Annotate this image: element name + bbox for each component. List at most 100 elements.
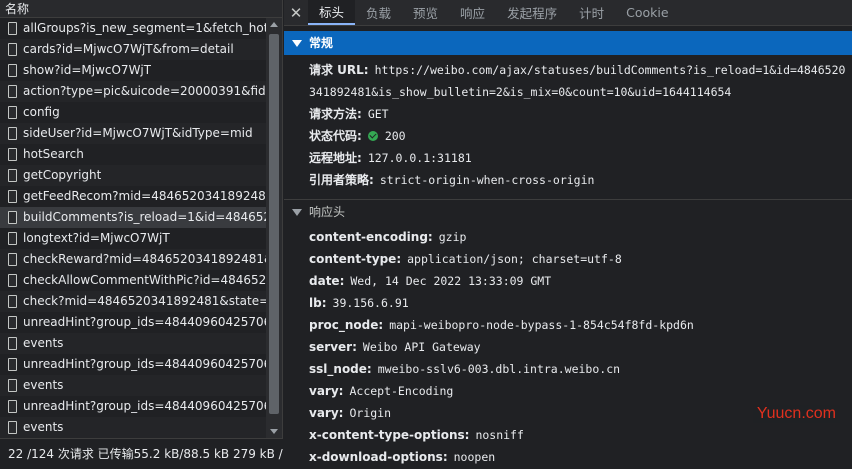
scroll-thumb[interactable] xyxy=(269,34,279,414)
request-name: action?type=pic&uicode=20000391&fid=232 xyxy=(23,84,266,98)
name-column-header[interactable]: 名称 xyxy=(0,0,282,18)
response-header-row: content-type: application/json; charset=u… xyxy=(284,248,852,270)
request-url-row-continued: 341892481&is_show_bulletin=2&is_mix=0&co… xyxy=(284,81,852,103)
request-row[interactable]: unreadHint?group_ids=4844096042570657,48 xyxy=(0,312,266,333)
request-row[interactable]: hotSearch xyxy=(0,144,266,165)
document-icon xyxy=(8,85,17,98)
response-header-value[interactable]: Accept-Encoding xyxy=(349,380,453,402)
response-header-value[interactable]: Wed, 14 Dec 2022 13:33:09 GMT xyxy=(350,270,551,292)
request-row[interactable]: checkAllowCommentWithPic?id=4846520341. xyxy=(0,270,266,291)
document-icon xyxy=(8,232,17,245)
document-icon xyxy=(8,358,17,371)
response-header-value[interactable]: Weibo API Gateway xyxy=(363,336,481,358)
request-row[interactable]: events xyxy=(0,417,266,438)
response-header-value[interactable]: application/json; charset=utf-8 xyxy=(407,248,622,270)
request-row[interactable]: sideUser?id=MjwcO7WjT&idType=mid xyxy=(0,123,266,144)
tab-3[interactable]: 响应 xyxy=(449,0,496,25)
document-icon xyxy=(8,64,17,77)
status-code-label: 状态代码: xyxy=(309,129,362,143)
close-details-button[interactable]: ✕ xyxy=(284,0,308,25)
request-row[interactable]: unreadHint?group_ids=4844096042570657,48 xyxy=(0,396,266,417)
response-header-value[interactable]: 39.156.6.91 xyxy=(333,292,409,314)
request-row[interactable]: events xyxy=(0,375,266,396)
tab-5[interactable]: 计时 xyxy=(568,0,615,25)
request-row[interactable]: config xyxy=(0,102,266,123)
response-header-value[interactable]: gzip xyxy=(439,226,467,248)
response-header-name: date: xyxy=(309,274,345,288)
request-name: getCopyright xyxy=(23,168,102,182)
request-row[interactable]: allGroups?is_new_segment=1&fetch_hot=1 xyxy=(0,18,266,39)
status-code-value[interactable]: 200 xyxy=(385,125,406,147)
request-name: config xyxy=(23,105,60,119)
document-icon xyxy=(8,295,17,308)
document-icon xyxy=(8,316,17,329)
document-icon xyxy=(8,211,17,224)
request-name: cards?id=MjwcO7WjT&from=detail xyxy=(23,42,234,56)
response-header-name: vary: xyxy=(309,406,344,420)
response-header-value[interactable]: nosniff xyxy=(475,424,523,446)
response-header-name: server: xyxy=(309,340,357,354)
document-icon xyxy=(8,43,17,56)
response-header-name: lb: xyxy=(309,296,327,310)
response-header-row: server: Weibo API Gateway xyxy=(284,336,852,358)
request-list-scrollbar[interactable] xyxy=(266,18,282,438)
request-list-panel: 名称 allGroups?is_new_segment=1&fetch_hot=… xyxy=(0,0,283,469)
request-row[interactable]: action?type=pic&uicode=20000391&fid=232 xyxy=(0,81,266,102)
watermark: Yuucn.com xyxy=(752,405,840,423)
request-name: events xyxy=(23,336,64,350)
response-header-value[interactable]: mapi-weibopro-node-bypass-1-854c54f8fd-k… xyxy=(389,314,694,336)
general-section-title: 常规 xyxy=(309,36,334,50)
request-row[interactable]: getCopyright xyxy=(0,165,266,186)
response-header-row: x-download-options: noopen xyxy=(284,446,852,468)
response-header-row: content-encoding: gzip xyxy=(284,226,852,248)
remote-address-value[interactable]: 127.0.0.1:31181 xyxy=(368,147,472,169)
request-url-value-continued[interactable]: 341892481&is_show_bulletin=2&is_mix=0&co… xyxy=(309,81,731,103)
request-details-panel: ✕ 标头 负载 预览 响应 发起程序 计时 Cookie 常规 请求 URL: https:… xyxy=(284,0,852,469)
response-header-row: x-content-type-options: nosniff xyxy=(284,424,852,446)
response-headers-section-header[interactable]: 响应头 xyxy=(284,199,852,224)
tab-4[interactable]: 发起程序 xyxy=(496,0,568,25)
request-row[interactable]: check?mid=4846520341892481&state=1&we xyxy=(0,291,266,312)
response-header-value[interactable]: noopen xyxy=(454,446,496,468)
response-header-row: vary: Accept-Encoding xyxy=(284,380,852,402)
tab-6[interactable]: Cookie xyxy=(615,0,679,25)
response-header-value[interactable]: mweibo-sslv6-003.dbl.intra.weibo.cn xyxy=(378,358,620,380)
response-header-row: date: Wed, 14 Dec 2022 13:33:09 GMT xyxy=(284,270,852,292)
request-row[interactable]: unreadHint?group_ids=4844096042570657,48 xyxy=(0,354,266,375)
document-icon xyxy=(8,379,17,392)
request-name: getFeedRecom?mid=4846520341892481&mu xyxy=(23,189,266,203)
tab-1[interactable]: 负载 xyxy=(355,0,402,25)
document-icon xyxy=(8,148,17,161)
referrer-policy-value[interactable]: strict-origin-when-cross-origin xyxy=(380,169,595,191)
general-section-header[interactable]: 常规 xyxy=(284,31,852,55)
scroll-down-icon[interactable] xyxy=(270,429,278,434)
request-name: allGroups?is_new_segment=1&fetch_hot=1 xyxy=(23,21,266,35)
request-row[interactable]: events xyxy=(0,333,266,354)
request-row[interactable]: longtext?id=MjwcO7WjT xyxy=(0,228,266,249)
devtools-network-panel: 名称 allGroups?is_new_segment=1&fetch_hot=… xyxy=(0,0,852,469)
request-row[interactable]: checkReward?mid=4846520341892481&uid= xyxy=(0,249,266,270)
response-header-name: vary: xyxy=(309,384,344,398)
request-name: show?id=MjwcO7WjT xyxy=(23,63,152,77)
request-name: checkReward?mid=4846520341892481&uid= xyxy=(23,252,266,266)
tab-2[interactable]: 预览 xyxy=(402,0,449,25)
general-section-body: 请求 URL: https://weibo.com/ajax/statuses/… xyxy=(284,55,852,195)
response-header-value[interactable]: Origin xyxy=(349,402,391,424)
scroll-up-icon[interactable] xyxy=(270,22,278,27)
tab-0[interactable]: 标头 xyxy=(308,0,356,25)
remote-address-row: 远程地址: 127.0.0.1:31181 xyxy=(284,147,852,169)
document-icon xyxy=(8,127,17,140)
response-header-name: x-content-type-options: xyxy=(309,428,470,442)
request-row[interactable]: getFeedRecom?mid=4846520341892481&mu xyxy=(0,186,266,207)
request-row[interactable]: buildComments?is_reload=1&id=484652034 xyxy=(0,207,266,228)
document-icon xyxy=(8,400,17,413)
request-url-value[interactable]: https://weibo.com/ajax/statuses/buildCom… xyxy=(375,59,846,81)
request-method-value[interactable]: GET xyxy=(368,103,389,125)
response-header-row: proc_node: mapi-weibopro-node-bypass-1-85… xyxy=(284,314,852,336)
document-icon xyxy=(8,421,17,434)
expand-triangle-icon xyxy=(292,208,302,216)
request-row[interactable]: cards?id=MjwcO7WjT&from=detail xyxy=(0,39,266,60)
request-row[interactable]: show?id=MjwcO7WjT xyxy=(0,60,266,81)
request-url-label: 请求 URL: xyxy=(309,63,369,77)
request-name: buildComments?is_reload=1&id=484652034 xyxy=(23,210,266,224)
